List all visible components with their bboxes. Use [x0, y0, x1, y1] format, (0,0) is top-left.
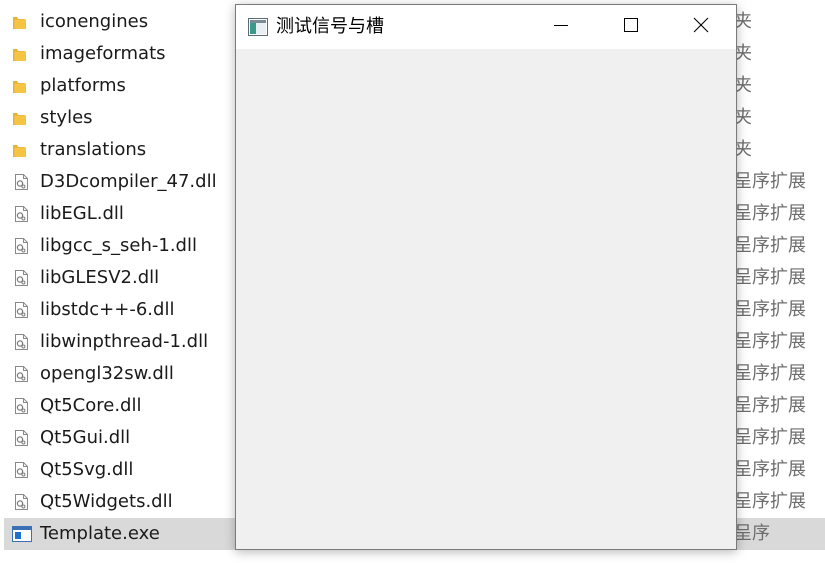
file-name: Qt5Gui.dll	[40, 427, 131, 448]
file-name: iconengines	[40, 11, 149, 32]
file-type: 呈序扩展	[734, 363, 806, 384]
file-name: libEGL.dll	[40, 203, 124, 224]
dll-icon	[12, 365, 30, 383]
folder-icon	[12, 77, 30, 95]
file-type: 呈序扩展	[734, 395, 806, 416]
file-name: libstdc++-6.dll	[40, 299, 175, 320]
window-title: 测试信号与槽	[276, 16, 384, 37]
close-icon	[693, 17, 709, 37]
file-type: 呈序扩展	[734, 491, 806, 512]
title-bar[interactable]: 测试信号与槽	[236, 5, 736, 49]
folder-icon	[12, 13, 30, 31]
file-name: platforms	[40, 75, 126, 96]
file-type: 呈序扩展	[734, 171, 806, 192]
file-name: imageformats	[40, 43, 166, 64]
minimize-icon	[553, 17, 569, 37]
dll-icon	[12, 173, 30, 191]
file-name: translations	[40, 139, 147, 160]
file-name: Template.exe	[40, 523, 160, 544]
window-client-area[interactable]	[236, 49, 736, 549]
file-name: opengl32sw.dll	[40, 363, 174, 384]
folder-icon	[12, 141, 30, 159]
close-button[interactable]	[666, 5, 736, 49]
file-type: 呈序扩展	[734, 299, 806, 320]
maximize-button[interactable]	[596, 5, 666, 49]
dll-icon	[12, 429, 30, 447]
qt-window: 测试信号与槽	[235, 4, 737, 550]
file-name: libgcc_s_seh-1.dll	[40, 235, 197, 256]
file-name: styles	[40, 107, 93, 128]
file-type: 呈序扩展	[734, 267, 806, 288]
dll-icon	[12, 205, 30, 223]
folder-icon	[12, 45, 30, 63]
file-name: libGLESV2.dll	[40, 267, 160, 288]
dll-icon	[12, 397, 30, 415]
app-window-icon	[248, 18, 268, 36]
file-name: Qt5Core.dll	[40, 395, 142, 416]
exe-icon	[12, 525, 32, 543]
dll-icon	[12, 237, 30, 255]
dll-icon	[12, 301, 30, 319]
minimize-button[interactable]	[526, 5, 596, 49]
file-name: D3Dcompiler_47.dll	[40, 171, 217, 192]
folder-icon	[12, 109, 30, 127]
file-name: Qt5Widgets.dll	[40, 491, 173, 512]
file-type: 呈序扩展	[734, 235, 806, 256]
dll-icon	[12, 461, 30, 479]
file-type: 呈序扩展	[734, 203, 806, 224]
file-type: 呈序	[734, 523, 770, 544]
file-type: 呈序扩展	[734, 427, 806, 448]
file-type: 呈序扩展	[734, 331, 806, 352]
file-type: 呈序扩展	[734, 459, 806, 480]
dll-icon	[12, 269, 30, 287]
file-name: Qt5Svg.dll	[40, 459, 134, 480]
dll-icon	[12, 493, 30, 511]
dll-icon	[12, 333, 30, 351]
file-name: libwinpthread-1.dll	[40, 331, 209, 352]
maximize-icon	[623, 17, 639, 37]
